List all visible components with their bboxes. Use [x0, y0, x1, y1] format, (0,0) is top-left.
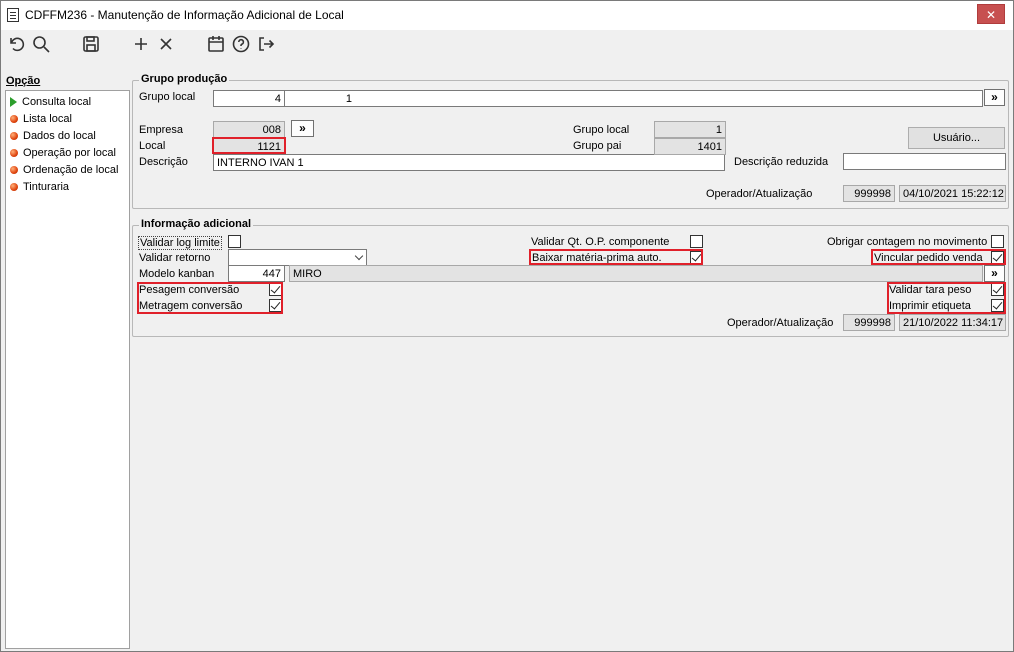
descricao-reduzida-label: Descrição reduzida — [734, 156, 829, 168]
grupo-pai-field: 1401 — [654, 138, 726, 155]
toolbar — [1, 30, 1013, 60]
sidebar-item-consulta-local[interactable]: Consulta local — [10, 94, 91, 110]
local-highlight — [212, 137, 286, 154]
grupo-local-b-field[interactable]: 1 — [284, 90, 356, 107]
arrow-icon — [10, 97, 17, 107]
vincular-highlight — [871, 249, 1006, 265]
dot-icon — [10, 183, 18, 191]
exit-icon[interactable] — [256, 34, 278, 56]
sidebar-item-operacao-local[interactable]: Operação por local — [10, 145, 116, 161]
sidebar-item-lista-local[interactable]: Lista local — [10, 111, 72, 127]
search-icon[interactable] — [31, 34, 53, 56]
operador-producao-field: 999998 — [843, 185, 895, 202]
chevron-down-icon — [354, 251, 364, 261]
grupo-local-r-field: 1 — [654, 121, 726, 138]
sidebar-item-dados-local[interactable]: Dados do local — [10, 128, 96, 144]
help-icon[interactable] — [231, 34, 253, 56]
modelo-kanban-lookup-button[interactable]: » — [984, 265, 1005, 282]
delete-icon[interactable] — [156, 34, 178, 56]
operador-producao-label: Operador/Atualização — [706, 188, 813, 200]
validar-retorno-label: Validar retorno — [139, 252, 211, 264]
dot-icon — [10, 115, 18, 123]
validar-log-checkbox[interactable] — [228, 235, 241, 248]
empresa-field: 008 — [213, 121, 285, 138]
document-icon — [7, 8, 19, 22]
dot-icon — [10, 149, 18, 157]
sidebar: Consulta local Lista local Dados do loca… — [5, 90, 130, 649]
save-icon[interactable] — [81, 34, 103, 56]
validar-log-label: Validar log limite — [138, 236, 222, 250]
title-bar: CDFFM236 - Manutenção de Informação Adic… — [1, 1, 1013, 30]
descricao-reduzida-field[interactable] — [843, 153, 1006, 170]
local-label: Local — [139, 140, 166, 152]
sidebar-heading: Opção — [6, 75, 41, 87]
descricao-field[interactable]: INTERNO IVAN 1 — [213, 154, 725, 171]
group-producao-title: Grupo produção — [139, 73, 230, 85]
grupo-local-lookup-button[interactable]: » — [984, 89, 1005, 106]
empresa-label: Empresa — [139, 124, 184, 136]
baixar-highlight — [529, 249, 703, 265]
calendar-icon[interactable] — [206, 34, 228, 56]
modelo-kanban-desc-field: MIRO — [289, 265, 983, 282]
grupo-local-a-field[interactable]: 4 — [213, 90, 285, 107]
empresa-lookup-button[interactable]: » — [291, 120, 314, 137]
undo-icon[interactable] — [7, 34, 29, 56]
grupo-pai-label: Grupo pai — [573, 140, 622, 152]
validar-retorno-select[interactable] — [228, 249, 367, 266]
operador-adicional-label: Operador/Atualização — [727, 317, 834, 329]
close-button[interactable]: ✕ — [977, 4, 1005, 24]
validar-qt-label: Validar Qt. O.P. componente — [531, 236, 670, 248]
dot-icon — [10, 166, 18, 174]
add-icon[interactable] — [131, 34, 153, 56]
tara-etiqueta-highlight — [887, 282, 1006, 314]
usuario-button[interactable]: Usuário... — [908, 127, 1005, 149]
group-adicional-title: Informação adicional — [139, 218, 254, 230]
app-window: CDFFM236 - Manutenção de Informação Adic… — [0, 0, 1014, 652]
obrigar-label: Obrigar contagem no movimento — [827, 236, 988, 248]
grupo-local-label: Grupo local — [139, 91, 196, 103]
conversao-highlight — [137, 282, 283, 314]
operador-adicional-field: 999998 — [843, 314, 895, 331]
window-title: CDFFM236 - Manutenção de Informação Adic… — [25, 8, 344, 22]
sidebar-item-tinturaria[interactable]: Tinturaria — [10, 179, 69, 195]
atualizacao-producao-field: 04/10/2021 15:22:12 — [899, 185, 1006, 202]
descricao-label: Descrição — [139, 156, 188, 168]
grupo-local-r-label: Grupo local — [573, 124, 630, 136]
dot-icon — [10, 132, 18, 140]
validar-qt-checkbox[interactable] — [690, 235, 703, 248]
atualizacao-adicional-field: 21/10/2022 11:34:17 — [899, 314, 1006, 331]
obrigar-checkbox[interactable] — [991, 235, 1004, 248]
modelo-kanban-label: Modelo kanban — [139, 268, 215, 280]
sidebar-item-ordenacao-local[interactable]: Ordenação de local — [10, 162, 118, 178]
modelo-kanban-field[interactable]: 447 — [228, 265, 285, 282]
grupo-local-desc-field — [355, 90, 983, 107]
